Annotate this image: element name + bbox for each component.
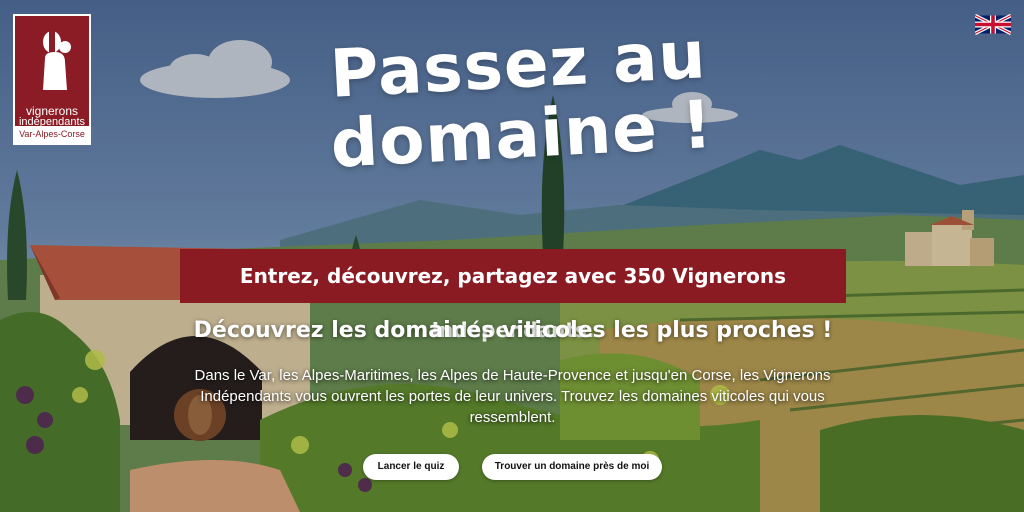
winegrower-icon <box>43 29 71 90</box>
hero-subtitle: Découvrez les domaines viticoles les plu… <box>193 318 833 343</box>
brand-logo[interactable]: vignerons indépendants Var-Alpes-Corse <box>13 14 91 145</box>
start-quiz-button[interactable]: Lancer le quiz <box>363 454 459 480</box>
hero-paragraph: Dans le Var, les Alpes-Maritimes, les Al… <box>194 367 831 426</box>
logo-wordmark: vignerons indépendants <box>15 105 89 128</box>
find-domain-button[interactable]: Trouver un domaine près de moi <box>482 454 662 480</box>
hero-headline: Passez au domaine ! <box>267 16 774 183</box>
hero-banner: Entrez, découvrez, partagez avec 350 Vig… <box>180 249 846 342</box>
uk-flag-icon <box>974 13 1012 36</box>
language-switch[interactable] <box>974 13 1012 36</box>
logo-region: Var-Alpes-Corse <box>15 126 89 143</box>
